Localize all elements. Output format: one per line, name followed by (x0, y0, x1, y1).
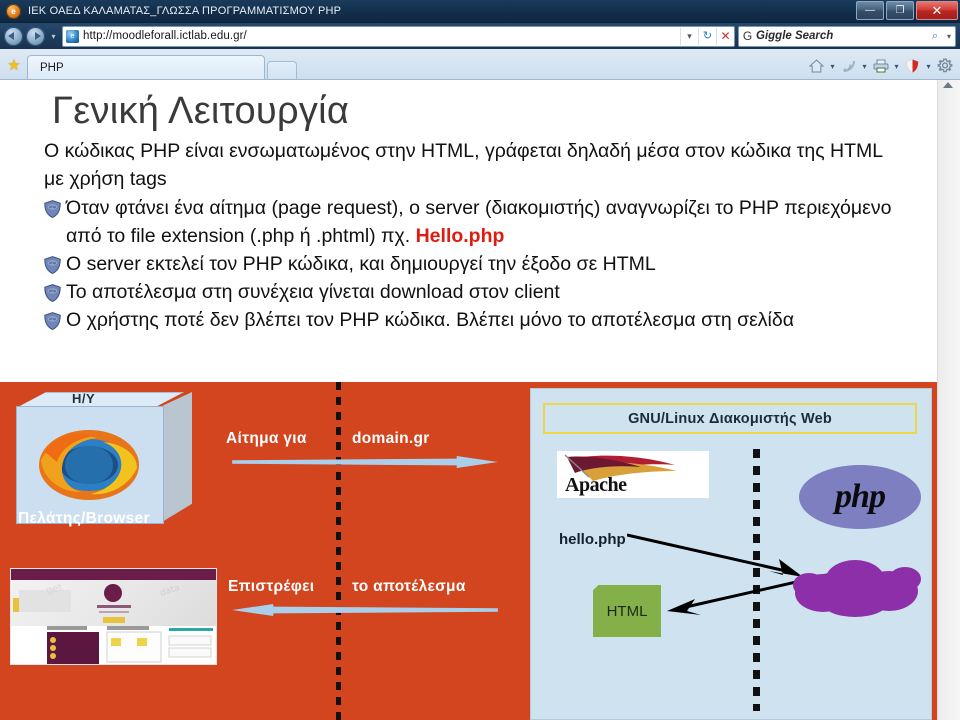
star-icon[interactable]: ★ (4, 53, 24, 77)
page-title: Γενική Λειτουργία (52, 90, 350, 132)
slide-body: Ο κώδικας PHP είναι ενσωματωμένος στην H… (44, 138, 894, 334)
request-arrow-label-left: Αίτημα για (226, 430, 307, 447)
new-tab-button[interactable] (267, 61, 297, 79)
refresh-icon[interactable]: ↻ (698, 27, 716, 45)
window-controls: — ❐ ✕ (856, 1, 958, 20)
list-item: php Το αποτέλεσμα στη συνέχεια γίνεται d… (44, 279, 894, 307)
title-bar: e ΙΕΚ ΟΑΕΔ ΚΑΛΑΜΑΤΑΣ_ΓΛΩΣΣΑ ΠΡΟΓΡΑΜΜΑΤΙΣ… (0, 0, 960, 23)
network-boundary-divider (336, 382, 341, 720)
response-arrow-label-left: Επιστρέφει (228, 578, 315, 595)
home-icon[interactable] (807, 57, 826, 75)
thumbnail-body-area (11, 626, 216, 664)
tab-php[interactable]: PHP (27, 55, 265, 79)
rendered-webpage-screenshot: data get (10, 568, 217, 665)
html-output-label: HTML (606, 602, 648, 620)
safety-shield-icon[interactable] (903, 57, 922, 75)
tab-bar: ★ PHP ▾ ▾ ▾ ▾ (0, 49, 960, 80)
apache-label: Apache (565, 474, 627, 496)
response-arrow-label-right: το αποτέλεσμα (352, 578, 466, 595)
tab-label: PHP (40, 61, 64, 74)
stop-icon[interactable]: ✕ (716, 27, 734, 45)
printer-icon[interactable] (871, 57, 890, 75)
search-caret-icon[interactable]: ▾ (943, 32, 955, 41)
maximize-button[interactable]: ❐ (886, 1, 914, 20)
server-title-label: GNU/Linux Διακομιστής Web (543, 403, 917, 434)
php-logo-icon: php (799, 465, 921, 529)
svg-text:php: php (49, 317, 57, 321)
php-label: php (835, 478, 886, 515)
address-input[interactable]: http://moodleforall.ictlab.edu.gr/ (83, 30, 680, 42)
vertical-scrollbar[interactable] (937, 80, 960, 720)
search-provider-icon: G (742, 29, 753, 43)
home-caret-icon[interactable]: ▾ (827, 62, 838, 71)
page-viewport: Γενική Λειτουργία Ο κώδικας PHP είναι εν… (0, 80, 960, 720)
toolbar-icons: ▾ ▾ ▾ ▾ (807, 57, 954, 75)
list-item: php Ο server εκτελεί τον PHP κώδικα, και… (44, 251, 894, 279)
firefox-logo-icon (37, 428, 141, 502)
apache-logo-icon: Apache (557, 451, 709, 498)
browser-icon: e (6, 3, 21, 19)
list-item-label: Το αποτέλεσμα στη συνέχεια γίνεται downl… (66, 280, 560, 303)
php-shield-bullet-icon: php (44, 311, 61, 330)
scroll-up-arrow-icon[interactable] (943, 82, 953, 88)
svg-text:data: data (159, 583, 181, 599)
request-arrow-label-right: domain.gr (352, 430, 430, 447)
address-bar[interactable]: e http://moodleforall.ictlab.edu.gr/ ▾ ↻… (62, 25, 735, 47)
search-input[interactable]: Giggle Search (756, 30, 927, 42)
architecture-diagram: Η/Υ Πελάτης/Browser Αίτημα για domain.gr… (0, 382, 938, 720)
request-arrow-icon (232, 456, 498, 468)
php-shield-bullet-icon: php (44, 255, 61, 274)
address-dropdown-caret-icon[interactable]: ▾ (680, 27, 698, 45)
safety-caret-icon[interactable]: ▾ (923, 62, 934, 71)
computer-box-side (162, 392, 192, 522)
forward-arrow-icon[interactable] (26, 26, 45, 46)
svg-text:php: php (49, 289, 57, 293)
printer-caret-icon[interactable]: ▾ (891, 62, 902, 71)
navigation-bar: ▾ e http://moodleforall.ictlab.edu.gr/ ▾… (0, 23, 960, 49)
thumbnail-hero-area: data get (11, 580, 216, 626)
list-item: php Όταν φτάνει ένα αίτημα (page request… (44, 195, 894, 251)
list-item-label: Ο χρήστης ποτέ δεν βλέπει τον PHP κώδικα… (66, 308, 795, 331)
back-arrow-icon[interactable] (4, 26, 23, 46)
processing-cloud-icon (789, 557, 923, 619)
rss-feed-icon[interactable] (839, 57, 858, 75)
rss-caret-icon[interactable]: ▾ (859, 62, 870, 71)
client-computer-box: Η/Υ (10, 391, 195, 524)
svg-text:php: php (49, 205, 57, 209)
list-item-label: Όταν φτάνει ένα αίτημα (page request), ο… (66, 197, 892, 247)
server-file-label: hello.php (559, 531, 626, 548)
list-item-label: Ο server εκτελεί τον PHP κώδικα, και δημ… (66, 252, 656, 275)
computer-box-label: Η/Υ (72, 391, 96, 406)
close-button[interactable]: ✕ (916, 1, 958, 20)
php-shield-bullet-icon: php (44, 200, 61, 219)
php-shield-bullet-icon: php (44, 283, 61, 302)
search-icon[interactable]: ⌕ (927, 30, 943, 43)
highlight-filename: Hello.php (415, 224, 505, 247)
html-output-box: HTML (593, 585, 661, 637)
site-favicon: e (66, 29, 79, 43)
minimize-button[interactable]: — (856, 1, 884, 20)
search-box[interactable]: G Giggle Search ⌕ ▾ (738, 25, 956, 47)
window-title: ΙΕΚ ΟΑΕΔ ΚΑΛΑΜΑΤΑΣ_ΓΛΩΣΣΑ ΠΡΟΓΡΑΜΜΑΤΙΣΜΟ… (28, 5, 342, 17)
history-caret-icon[interactable]: ▾ (48, 27, 59, 46)
intro-paragraph: Ο κώδικας PHP είναι ενσωματωμένος στην H… (44, 140, 883, 191)
thumbnail-header-bar (11, 569, 216, 580)
list-item: php Ο χρήστης ποτέ δεν βλέπει τον PHP κώ… (44, 307, 894, 335)
settings-gear-icon[interactable] (935, 57, 954, 75)
server-panel: GNU/Linux Διακομιστής Web Apache php hel… (530, 388, 932, 720)
slide-content: Γενική Λειτουργία Ο κώδικας PHP είναι εν… (0, 80, 938, 720)
svg-text:php: php (49, 261, 57, 265)
client-caption: Πελάτης/Browser (18, 510, 150, 527)
browser-window: e ΙΕΚ ΟΑΕΔ ΚΑΛΑΜΑΤΑΣ_ΓΛΩΣΣΑ ΠΡΟΓΡΑΜΜΑΤΙΣ… (0, 0, 960, 720)
response-arrow-icon (232, 604, 498, 616)
